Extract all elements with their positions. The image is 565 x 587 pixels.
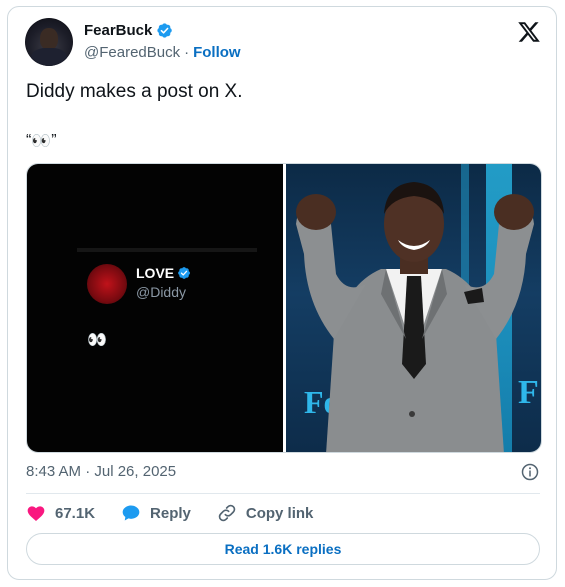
love-post-emoji: 👀: [87, 332, 107, 349]
avatar-ring: [25, 18, 73, 66]
reply-button[interactable]: Reply: [121, 503, 191, 523]
love-name-row: LOVE: [136, 265, 191, 281]
tweet-quote-line: “ 👀 ”: [26, 131, 57, 151]
copy-link-label: Copy link: [245, 504, 314, 522]
media-photo-right[interactable]: Fo F: [286, 164, 541, 452]
verified-badge-icon: [157, 23, 173, 38]
info-icon[interactable]: [521, 463, 539, 481]
author-handle-row: @FearedBuck · Follow: [84, 44, 241, 61]
reply-label: Reply: [150, 504, 191, 522]
like-button[interactable]: 67.1K: [26, 503, 95, 523]
author-name[interactable]: FearBuck: [84, 22, 152, 39]
tweet-card: FearBuck @FearedBuck · Follow Diddy make…: [7, 6, 557, 580]
like-count: 67.1K: [55, 504, 96, 522]
author-handle[interactable]: @FearedBuck: [84, 44, 180, 61]
author-name-row: FearBuck: [84, 22, 173, 39]
love-avatar: [87, 264, 127, 304]
action-bar: 67.1K Reply Copy link: [26, 503, 339, 523]
link-icon: [218, 504, 236, 522]
read-replies-button[interactable]: Read 1.6K replies: [26, 533, 540, 565]
quote-close: ”: [51, 132, 57, 149]
love-display-name: LOVE: [136, 265, 175, 281]
heart-icon: [27, 506, 45, 521]
tweet-text: Diddy makes a post on X.: [26, 81, 243, 102]
eyes-emoji: 👀: [31, 133, 52, 150]
copy-link-button[interactable]: Copy link: [217, 503, 314, 523]
handle-separator: ·: [184, 44, 190, 61]
media-screenshot-left[interactable]: LOVE @Diddy 👀: [27, 164, 283, 452]
love-handle: @Diddy: [136, 284, 187, 300]
love-verified-icon: [178, 267, 191, 279]
tweet-timestamp[interactable]: 8:43 AM · Jul 26, 2025: [26, 463, 176, 480]
screenshot-divider: [77, 248, 257, 252]
reply-bubble-icon: [122, 505, 140, 521]
actions-divider: [26, 493, 540, 494]
x-logo-icon[interactable]: [517, 20, 541, 44]
follow-link[interactable]: Follow: [193, 44, 241, 61]
author-avatar[interactable]: [25, 18, 73, 66]
man-flexing-photo: [296, 182, 534, 452]
media-grid: LOVE @Diddy 👀 Fo F: [26, 163, 542, 453]
